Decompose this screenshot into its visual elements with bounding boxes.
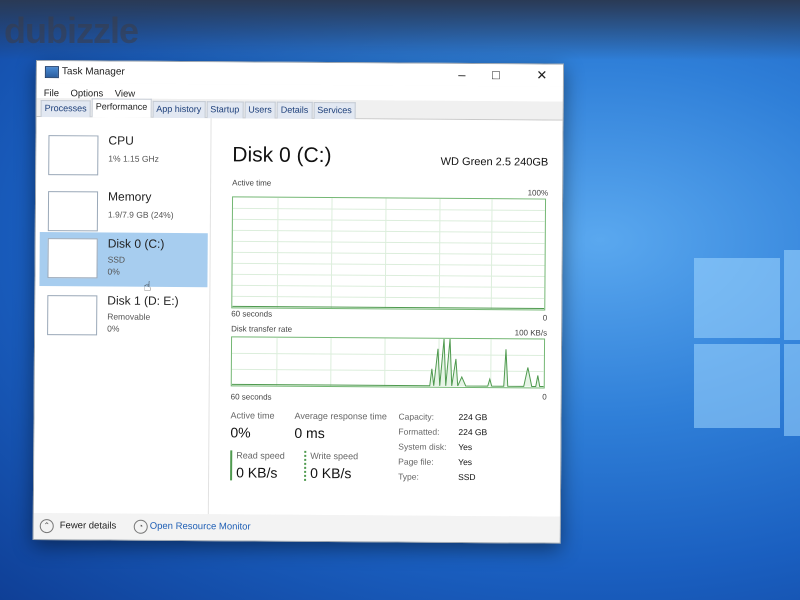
system-disk-value: Yes [458, 441, 473, 453]
active-time-graph-duration: 60 seconds [231, 309, 273, 319]
page-file-value: Yes [458, 456, 473, 468]
page-file-label: Page file: [398, 456, 434, 467]
watermark-logo: dubizzle [4, 10, 139, 51]
type-label: Type: [398, 471, 419, 482]
read-speed-value: 0 KB/s [236, 464, 278, 481]
cpu-thumbnail [48, 135, 99, 176]
formatted-label: Formatted: [398, 426, 440, 437]
fewer-details-link[interactable]: Fewer details [60, 520, 117, 531]
title-bar[interactable]: Task Manager – □ ✕ [36, 61, 563, 87]
menu-options[interactable]: Options [70, 86, 103, 101]
formatted-value: 224 GB [458, 426, 488, 438]
sidebar-item-label: Disk 0 (C:) [107, 236, 165, 251]
transfer-rate-plot [231, 337, 544, 388]
maximize-button[interactable]: □ [479, 64, 513, 86]
sidebar-item-label: Memory [107, 189, 152, 204]
transfer-rate-graph-label: Disk transfer rate [231, 324, 293, 334]
footer-bar: ⌃ Fewer details ◔ Open Resource Monitor [33, 512, 560, 543]
resource-sidebar: CPU 1% 1.15 GHz Memory 1.9/7.9 GB (24%) … [33, 117, 212, 515]
memory-thumbnail [47, 191, 99, 232]
disk-detail-panel: Disk 0 (C:) WD Green 2.5 240GB Active ti… [224, 118, 553, 516]
transfer-rate-graph [230, 336, 546, 389]
sidebar-item-detail: Removable [107, 311, 151, 322]
active-time-graph [231, 196, 547, 311]
write-speed-label: Write speed [310, 450, 359, 462]
task-manager-icon [44, 66, 59, 79]
write-speed-value: 0 KB/s [310, 464, 352, 482]
tab-details[interactable]: Details [276, 101, 313, 119]
sidebar-item-disk1[interactable]: Disk 1 (D: E:) Removable 0% [39, 289, 207, 344]
disk1-thumbnail [47, 295, 98, 336]
menu-view[interactable]: View [115, 87, 136, 102]
tab-services[interactable]: Services [313, 101, 356, 120]
transfer-rate-graph-min: 0 [542, 392, 547, 402]
response-time-stat-label: Average response time [294, 410, 387, 422]
response-time-stat-value: 0 ms [294, 424, 325, 442]
sidebar-item-usage: 0% [107, 323, 120, 334]
minimize-button[interactable]: – [445, 64, 479, 86]
sidebar-item-label: Disk 1 (D: E:) [107, 293, 179, 309]
sidebar-item-usage: 0% [107, 266, 120, 277]
chevron-up-icon[interactable]: ⌃ [39, 519, 54, 534]
active-time-stat-label: Active time [230, 410, 275, 421]
sidebar-item-cpu[interactable]: CPU 1% 1.15 GHz [40, 129, 208, 184]
tab-startup[interactable]: Startup [206, 101, 244, 119]
sidebar-item-detail: 1% 1.15 GHz [108, 153, 159, 164]
type-value: SSD [458, 471, 476, 483]
read-speed-marker [230, 450, 233, 481]
disk-title: Disk 0 (C:) [232, 143, 332, 168]
tab-app-history[interactable]: App history [152, 100, 206, 119]
active-time-graph-max: 100% [527, 188, 549, 198]
system-disk-label: System disk: [398, 441, 447, 452]
capacity-label: Capacity: [398, 411, 434, 422]
active-time-stat-value: 0% [230, 424, 251, 441]
tab-processes[interactable]: Processes [40, 100, 91, 118]
sidebar-item-label: CPU [108, 133, 134, 148]
tab-users[interactable]: Users [244, 101, 276, 119]
transfer-rate-graph-max: 100 KB/s [514, 328, 548, 338]
resource-monitor-icon: ◔ [133, 519, 148, 534]
write-speed-marker [304, 450, 307, 481]
open-resource-monitor-link[interactable]: Open Resource Monitor [150, 521, 251, 533]
active-time-grid [232, 197, 545, 310]
capacity-value: 224 GB [458, 411, 488, 423]
performance-content: CPU 1% 1.15 GHz Memory 1.9/7.9 GB (24%) … [33, 117, 563, 517]
read-speed-label: Read speed [236, 450, 285, 461]
window-title: Task Manager [61, 66, 125, 78]
disk0-thumbnail [47, 238, 98, 279]
active-time-graph-label: Active time [232, 178, 272, 188]
sidebar-item-detail: SSD [107, 254, 126, 265]
sidebar-item-detail: 1.9/7.9 GB (24%) [107, 209, 174, 220]
active-time-graph-min: 0 [542, 313, 548, 323]
sidebar-item-disk0[interactable]: Disk 0 (C:) SSD 0% ☝ [39, 232, 208, 294]
task-manager-window: Task Manager – □ ✕ File Options View Pro… [32, 60, 564, 544]
transfer-rate-graph-duration: 60 seconds [230, 392, 272, 402]
menu-file[interactable]: File [44, 86, 59, 101]
close-button[interactable]: ✕ [525, 64, 559, 86]
disk-model: WD Green 2.5 240GB [440, 155, 549, 169]
